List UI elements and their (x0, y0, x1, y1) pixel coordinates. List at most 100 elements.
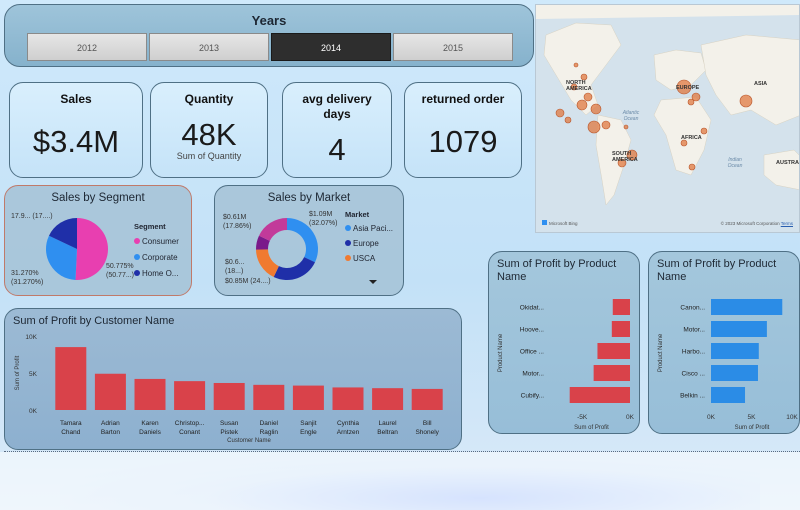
x-axis-label: Customer Name (227, 438, 271, 444)
world-map-graphic (536, 5, 799, 232)
product-pos-bar-belkin (711, 387, 746, 403)
x-tick-label: Karen (141, 420, 159, 427)
y-tick-label: 10K (25, 334, 37, 341)
segment-legend-item-corporate[interactable]: Corporate (134, 250, 179, 266)
kpi-card-avg-delivery: avg delivery days 4 (282, 82, 392, 178)
map-label-atlantic: Atlantic Ocean (622, 110, 640, 122)
product-pos-x-tick-label: 10K (786, 414, 798, 421)
y-tick-label: 5K (29, 371, 38, 378)
legend-dot-icon (345, 225, 351, 231)
legend-dot-icon (134, 238, 140, 244)
map-label-asia: ASIA (754, 81, 768, 87)
kpi-quantity-value: 48K (181, 117, 237, 152)
map-terms-link[interactable]: Terms (781, 221, 793, 226)
kpi-card-quantity: Quantity 48K Sum of Quantity (150, 82, 268, 178)
x-tick-label: Shonely (415, 429, 439, 436)
x-tick-label: Conant (179, 429, 200, 436)
product-pos-bar-motor (711, 321, 767, 337)
x-tick-label: Bill (423, 420, 432, 427)
customer-bar-susan-pistek (213, 382, 245, 410)
product-pos-category-label: Cisco ... (682, 371, 706, 378)
product-profit-negative-bar-chart[interactable]: Okidat... Hoove... Office ... Motor... Cubif… (489, 252, 641, 435)
bing-logo-icon (542, 220, 547, 225)
product-profit-positive-panel: Sum of Profit by Product Name Canon... Mo… (648, 251, 800, 434)
x-tick-label: Pistek (220, 429, 238, 436)
market-label-asia-pacific: $1.09M (32.07%) (309, 211, 338, 227)
x-tick-label: Cynthia (337, 420, 359, 427)
x-tick-label: Laurel (379, 420, 398, 427)
market-label-usca: $0.6... (18...) (225, 259, 245, 275)
customer-bar-laurel-beltran (372, 388, 404, 410)
segment-legend-item-consumer[interactable]: Consumer (134, 234, 179, 250)
x-tick-label: Christop... (175, 420, 205, 427)
kpi-card-returned: returned order 1079 (404, 82, 522, 178)
sales-map[interactable]: NORTH AMERICA EUROPE ASIA AFRICA SOUTH A… (535, 4, 800, 233)
customer-bar-sanjit-engle (292, 385, 324, 410)
segment-legend: Consumer Corporate Home O... (134, 234, 179, 282)
kpi-avg-delivery-title: avg delivery days (302, 92, 372, 121)
y-tick-label: 0K (29, 408, 38, 415)
year-button-2014[interactable]: 2014 (271, 33, 391, 61)
segment-label-consumer: 50.775% (50.77...) (106, 263, 135, 279)
product-profit-positive-bar-chart[interactable]: Canon... Motor... Harbo... Cisco ... Belkin … (649, 252, 800, 435)
page-divider (4, 451, 800, 452)
customer-bar-karen-daniels (134, 378, 166, 410)
x-tick-label: Susan (220, 420, 239, 427)
product-neg-category-label: Cubify... (521, 393, 545, 400)
kpi-quantity-subtitle: Sum of Quantity (176, 151, 242, 161)
market-legend-item-europe[interactable]: Europe (345, 236, 393, 251)
x-tick-label: Adrian (101, 420, 120, 427)
market-slice-usca (256, 249, 279, 278)
product-pos-x-tick-label: 5K (748, 414, 757, 421)
kpi-card-sales: Sales $3.4M (9, 82, 143, 178)
product-neg-bar-motor (593, 365, 630, 381)
kpi-returned-title: returned order (421, 92, 505, 106)
map-label-australia: AUSTRA (776, 160, 799, 166)
customer-bar-bill-shonely (411, 388, 443, 410)
market-legend-title: Market (345, 210, 370, 219)
x-tick-label: Raglin (260, 429, 279, 436)
empty-canvas-area (0, 452, 800, 510)
market-label-europe: $0.85M (24....) (225, 278, 271, 285)
segment-slice-consumer (75, 218, 109, 280)
segment-legend-title: Segment (134, 222, 166, 231)
legend-dot-icon (345, 255, 351, 261)
product-pos-bar-cisco (711, 365, 758, 381)
market-label-latam: $0.61M (17.86%) (223, 214, 252, 230)
x-tick-label: Arntzen (337, 429, 360, 436)
map-label-south-america: SOUTH AMERICA (612, 151, 638, 163)
legend-dot-icon (345, 240, 351, 246)
product-neg-bar-cubify (569, 387, 630, 403)
segment-pie-panel: Sales by Segment 17.9... (17....) 31.270… (4, 185, 192, 296)
market-legend-item-usca[interactable]: USCA (345, 251, 393, 266)
map-label-africa: AFRICA (681, 135, 702, 141)
market-legend-item-asia-paci[interactable]: Asia Paci... (345, 221, 393, 236)
year-button-2013[interactable]: 2013 (149, 33, 269, 61)
x-tick-label: Beltran (377, 429, 398, 436)
product-neg-category-label: Motor... (522, 371, 544, 378)
product-pos-bar-harbo (711, 343, 759, 359)
product-neg-x-axis-label: Sum of Profit (574, 425, 609, 431)
product-neg-category-label: Hoove... (520, 327, 544, 334)
x-tick-label: Sanjit (300, 420, 316, 427)
product-neg-category-label: Okidat... (520, 305, 544, 312)
year-button-2012[interactable]: 2012 (27, 33, 147, 61)
x-tick-label: Barton (101, 429, 121, 436)
segment-label-home-office: 17.9... (17....) (11, 213, 53, 220)
year-button-2015[interactable]: 2015 (393, 33, 513, 61)
customer-profit-bar-chart[interactable]: 0K 5K 10K Sum of Profit Tamara Chand Adrian Bar… (5, 309, 463, 451)
product-pos-category-label: Motor... (683, 327, 705, 334)
market-slice-europe (273, 257, 316, 280)
product-pos-category-label: Harbo... (682, 349, 705, 356)
years-slicer: Years 2012 2013 2014 2015 (4, 4, 534, 67)
x-tick-label: Daniel (260, 420, 279, 427)
market-legend: Asia Paci... Europe USCA (345, 221, 393, 266)
legend-dot-icon (134, 254, 140, 260)
segment-legend-item-home-o[interactable]: Home O... (134, 266, 179, 282)
customer-bar-cynthia-arntzen (332, 387, 364, 410)
product-pos-x-tick-label: 0K (707, 414, 716, 421)
legend-scroll-down-icon[interactable] (369, 280, 377, 284)
product-pos-y-axis-label: Product Name (658, 333, 664, 372)
x-tick-label: Daniels (139, 429, 161, 436)
map-label-indian: Indian Ocean (727, 157, 743, 169)
